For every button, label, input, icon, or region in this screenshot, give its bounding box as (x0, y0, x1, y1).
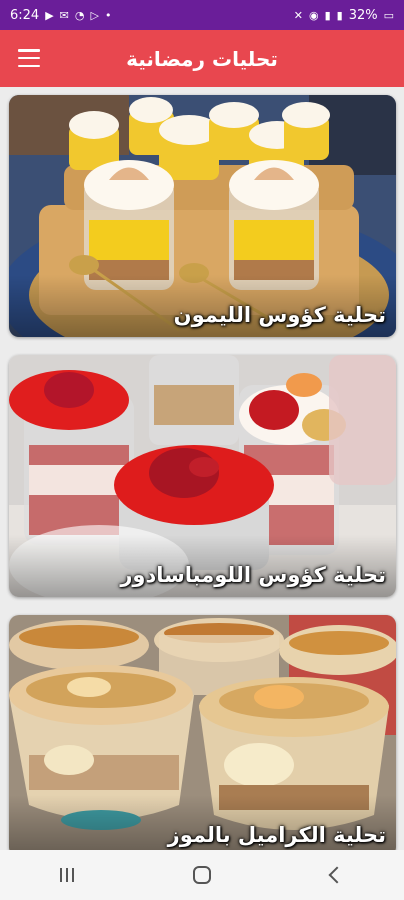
status-right: ✕ ◉ ▮ ▮ 32% ▭ (294, 8, 394, 23)
youtube-icon: ▶ (45, 8, 54, 22)
mail-icon: ✉ (59, 8, 69, 22)
chat-icon: ◔ (74, 8, 85, 22)
app-bar: تحليات رمضانية (0, 30, 404, 87)
battery-icon: ▭ (383, 8, 394, 22)
recipe-title: تحلية كؤوس اللومباسادور (120, 563, 386, 587)
strawberry-dessert-image (9, 355, 396, 597)
recipe-list[interactable]: تحلية كؤوس الليمون تحلية كؤوس اللومباساد… (0, 87, 404, 850)
battery-percent: 32% (348, 7, 378, 23)
back-icon[interactable] (307, 855, 367, 895)
recents-icon[interactable] (37, 855, 97, 895)
signal-icon: ▮ (324, 8, 331, 22)
status-time: 6:24 (10, 7, 40, 23)
lemon-dessert-image (9, 95, 396, 337)
home-icon[interactable] (172, 855, 232, 895)
status-left: 6:24 ▶ ✉ ◔ ▷ • (10, 8, 111, 23)
hotspot-icon: ◉ (308, 8, 319, 22)
recipe-card-lemon[interactable]: تحلية كؤوس الليمون (9, 95, 396, 337)
recipe-card-caramel-banana[interactable]: تحلية الكراميل بالموز (9, 615, 396, 850)
mute-icon: ✕ (293, 8, 303, 22)
signal-icon-2: ▮ (336, 8, 343, 22)
caramel-banana-dessert-image (9, 615, 396, 850)
hamburger-menu-icon[interactable] (18, 49, 40, 67)
recipe-title: تحلية الكراميل بالموز (167, 823, 386, 847)
status-bar: 6:24 ▶ ✉ ◔ ▷ • ✕ ◉ ▮ ▮ 32% ▭ (0, 0, 404, 30)
recipe-title: تحلية كؤوس الليمون (173, 303, 386, 327)
dot-icon: • (104, 8, 112, 22)
recipe-card-lombasador[interactable]: تحلية كؤوس اللومباسادور (9, 355, 396, 597)
play-icon: ▷ (90, 8, 99, 22)
app-title: تحليات رمضانية (126, 46, 278, 71)
system-nav-bar (0, 850, 404, 900)
